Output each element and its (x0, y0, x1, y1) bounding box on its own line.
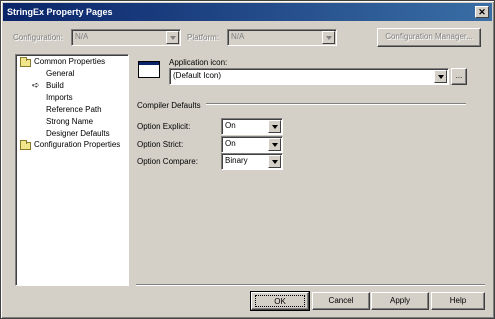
ok-button[interactable]: OK (250, 291, 310, 311)
folder-icon (20, 140, 31, 150)
tree-item-reference-path[interactable]: Reference Path (46, 105, 102, 114)
option-explicit-label: Option Explicit: (137, 122, 191, 131)
chevron-down-icon[interactable] (166, 31, 179, 44)
configuration-value: N/A (75, 32, 89, 41)
application-icon-label: Application icon: (169, 58, 228, 67)
platform-value: N/A (231, 32, 245, 41)
category-tree[interactable]: Common Properties General ➪ Build Import… (15, 54, 129, 286)
ok-button-label: OK (255, 295, 305, 307)
selected-arrow-icon: ➪ (32, 80, 40, 90)
option-explicit-value: On (225, 121, 236, 130)
tree-item-general[interactable]: General (46, 69, 74, 78)
close-button[interactable]: ✕ (475, 6, 489, 18)
tree-item-designer-defaults[interactable]: Designer Defaults (46, 129, 110, 138)
option-compare-label: Option Compare: (137, 157, 198, 166)
platform-label: Platform: (187, 33, 220, 42)
application-icon-value: (Default Icon) (173, 71, 222, 80)
cancel-button[interactable]: Cancel (312, 292, 370, 310)
option-compare-value: Binary (225, 156, 248, 165)
tree-item-configuration-properties[interactable]: Configuration Properties (34, 140, 120, 149)
option-strict-dropdown[interactable]: On (221, 136, 283, 153)
window-title: StringEx Property Pages (7, 7, 113, 17)
application-icon (138, 61, 160, 78)
tree-item-strong-name[interactable]: Strong Name (46, 117, 93, 126)
option-explicit-dropdown[interactable]: On (221, 118, 283, 135)
apply-button[interactable]: Apply (371, 292, 429, 310)
property-pages-dialog: StringEx Property Pages ✕ Configuration:… (0, 0, 495, 319)
title-bar: StringEx Property Pages ✕ (3, 3, 492, 21)
tree-item-common-properties[interactable]: Common Properties (34, 57, 105, 66)
platform-dropdown[interactable]: N/A (227, 29, 337, 46)
option-compare-dropdown[interactable]: Binary (221, 153, 283, 170)
configuration-dropdown[interactable]: N/A (71, 29, 181, 46)
configuration-label: Configuration: (13, 33, 63, 42)
option-strict-value: On (225, 139, 236, 148)
tree-item-build[interactable]: Build (46, 81, 64, 90)
browse-button[interactable]: ... (451, 68, 467, 85)
close-icon: ✕ (478, 7, 486, 17)
group-divider (206, 103, 466, 105)
chevron-down-icon[interactable] (268, 138, 281, 151)
application-icon-dropdown[interactable]: (Default Icon) (169, 68, 449, 85)
chevron-down-icon[interactable] (434, 70, 447, 83)
configuration-manager-button[interactable]: Configuration Manager... (377, 28, 481, 47)
tree-item-imports[interactable]: Imports (46, 93, 73, 102)
folder-icon (20, 57, 31, 67)
chevron-down-icon[interactable] (268, 120, 281, 133)
chevron-down-icon[interactable] (322, 31, 335, 44)
chevron-down-icon[interactable] (268, 155, 281, 168)
help-button[interactable]: Help (431, 292, 485, 310)
bottom-separator (136, 284, 485, 286)
compiler-defaults-heading: Compiler Defaults (137, 101, 201, 110)
option-strict-label: Option Strict: (137, 140, 184, 149)
